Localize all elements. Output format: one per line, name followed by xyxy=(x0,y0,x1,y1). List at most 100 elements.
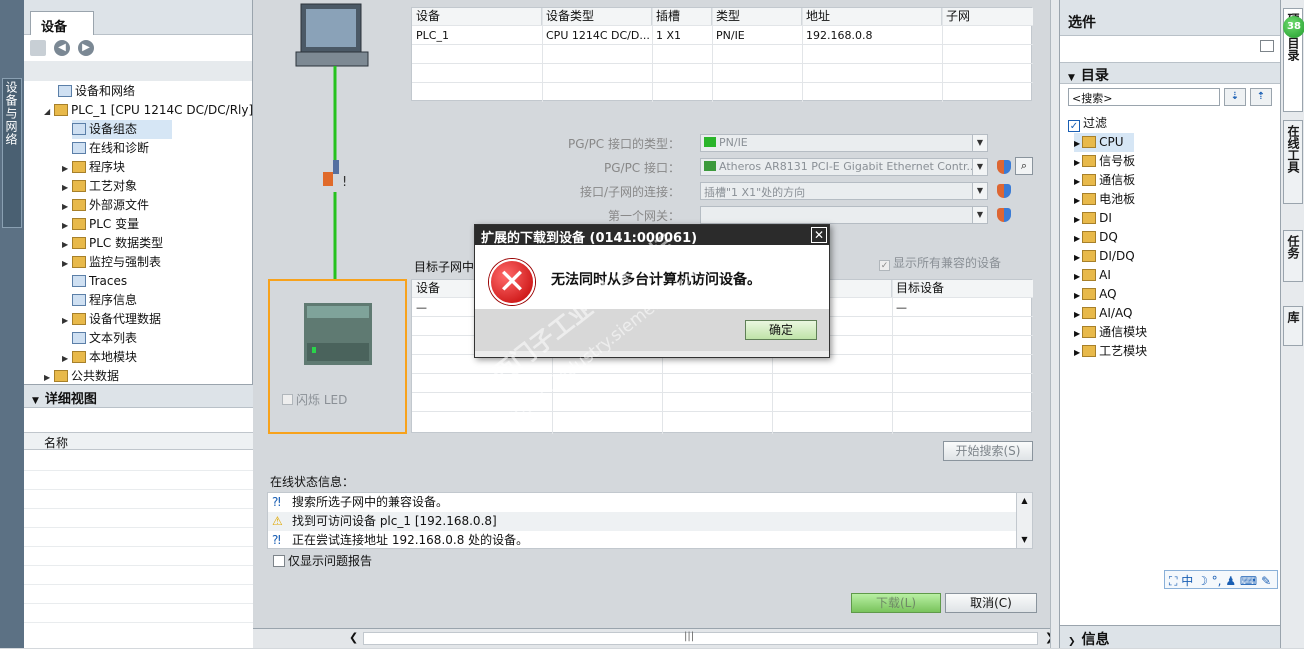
cancel-button[interactable]: 取消(C) xyxy=(945,593,1037,613)
scroll-thumb-grip[interactable]: ||| xyxy=(684,631,694,642)
tree-item-device-proxy[interactable]: ▶ 设备代理数据 xyxy=(62,310,161,329)
keyboard-icon[interactable]: ⌨ xyxy=(1240,574,1257,588)
tree-item-devices-networks[interactable]: 设备和网络 xyxy=(58,82,135,101)
expand-arrow-icon[interactable]: ▶ xyxy=(62,216,72,235)
catalog-item-comm-module[interactable]: ▶ 通信模块 xyxy=(1074,323,1147,342)
properties-icon[interactable]: ⌕ xyxy=(1015,157,1033,175)
collapse-arrow-icon[interactable]: ▼ xyxy=(1068,73,1075,83)
catalog-item-signal-board[interactable]: ▶ 信号板 xyxy=(1074,152,1135,171)
window-layout-icon[interactable] xyxy=(1260,40,1274,52)
catalog-search-input[interactable]: <搜索> xyxy=(1068,88,1220,106)
pgpc-iface-select[interactable]: Atheros AR8131 PCI-E Gigabit Ethernet Co… xyxy=(700,158,988,176)
expand-arrow-icon[interactable]: ▶ xyxy=(62,159,72,178)
expand-arrow-icon[interactable]: ▶ xyxy=(1074,215,1080,224)
notification-badge[interactable]: 38 xyxy=(1283,16,1304,38)
tree-item-traces[interactable]: Traces xyxy=(72,272,127,291)
only-problems-checkbox[interactable]: 仅显示问题报告 xyxy=(273,552,372,569)
catalog-item-tech-module[interactable]: ▶ 工艺模块 xyxy=(1074,342,1147,361)
search-down-icon[interactable]: ⇣ xyxy=(1224,88,1246,106)
col-type[interactable]: 类型 xyxy=(712,8,802,25)
gateway-select[interactable]: ▼ xyxy=(700,206,988,224)
new-item-icon[interactable] xyxy=(30,40,46,56)
error-dialog-titlebar[interactable]: 扩展的下载到设备 (0141:000061) xyxy=(475,225,829,246)
tree-item-program-blocks[interactable]: ▶ 程序块 xyxy=(62,158,125,177)
expand-arrow-icon[interactable]: ▶ xyxy=(1074,272,1080,281)
collapse-arrow-icon[interactable]: ▼ xyxy=(32,396,39,406)
expand-arrow-icon[interactable]: ▶ xyxy=(1074,234,1080,243)
filter-checkbox[interactable]: ✓ 过滤 xyxy=(1068,114,1107,132)
horizontal-scrollbar[interactable]: ❮ ||| ❯ xyxy=(253,628,1059,648)
detail-view-header[interactable]: ▼ 详细视图 xyxy=(24,384,253,408)
tree-item-program-info[interactable]: 程序信息 xyxy=(72,291,137,310)
ok-button[interactable]: 确定 xyxy=(745,320,817,340)
panel-splitter[interactable] xyxy=(1050,0,1059,648)
tab-libraries[interactable]: 库 xyxy=(1283,306,1303,346)
catalog-item-di-dq[interactable]: ▶ DI/DQ xyxy=(1074,247,1135,266)
catalog-item-di[interactable]: ▶ DI xyxy=(1074,209,1112,228)
chevron-down-icon[interactable]: ▼ xyxy=(972,135,987,151)
forward-icon[interactable]: ▶ xyxy=(78,40,94,56)
col-device-type[interactable]: 设备类型 xyxy=(542,8,652,25)
shield-icon[interactable] xyxy=(997,208,1011,222)
expand-arrow-icon[interactable]: ▶ xyxy=(1074,177,1080,186)
expand-arrow-icon[interactable]: ▶ xyxy=(1074,329,1080,338)
chevron-down-icon[interactable]: ▼ xyxy=(972,207,987,223)
expand-arrow-icon[interactable]: ▶ xyxy=(62,349,72,368)
show-all-devices-checkbox[interactable]: ✓ 显示所有兼容的设备 xyxy=(879,254,1001,271)
download-button[interactable]: 下载(L) xyxy=(851,593,941,613)
shield-icon[interactable] xyxy=(997,160,1011,174)
status-scrollbar[interactable]: ▲ ▼ xyxy=(1016,493,1032,548)
info-header[interactable]: ❯ 信息 xyxy=(1060,625,1281,648)
catalog-item-aq[interactable]: ▶ AQ xyxy=(1074,285,1117,304)
tree-item-plc1[interactable]: ◢ PLC_1 [CPU 1214C DC/DC/Rly] xyxy=(44,101,253,120)
col-slot[interactable]: 插槽 xyxy=(652,8,712,25)
expand-arrow-icon[interactable]: ▶ xyxy=(62,311,72,330)
target-device-box[interactable]: 闪烁 LED xyxy=(268,279,407,434)
start-search-button[interactable]: 开始搜索(S) xyxy=(943,441,1033,461)
expand-arrow-icon[interactable]: ▶ xyxy=(1074,348,1080,357)
catalog-header[interactable]: ▼ 目录 xyxy=(1060,62,1281,84)
tree-item-plc-data-types[interactable]: ▶ PLC 数据类型 xyxy=(62,234,163,253)
scroll-track[interactable]: ||| xyxy=(363,631,1038,645)
tree-item-external-sources[interactable]: ▶ 外部源文件 xyxy=(62,196,149,215)
col-target-device[interactable]: 目标设备 xyxy=(892,280,1033,297)
moon-icon[interactable]: ☽ xyxy=(1197,574,1208,588)
col-address[interactable]: 地址 xyxy=(802,8,942,25)
expand-arrow-icon[interactable]: ▶ xyxy=(62,235,72,254)
ime-toolbar[interactable]: ⛶ 中 ☽ °, ♟ ⌨ ✎ xyxy=(1164,570,1278,589)
shield-icon[interactable] xyxy=(997,184,1011,198)
scroll-left-icon[interactable]: ❮ xyxy=(349,631,358,644)
tab-tasks[interactable]: 任务 xyxy=(1283,230,1303,282)
tree-item-text-lists[interactable]: 文本列表 xyxy=(72,329,137,348)
expand-arrow-icon[interactable]: ❯ xyxy=(1068,637,1076,647)
scroll-up-icon[interactable]: ▲ xyxy=(1017,493,1032,509)
expand-arrow-icon[interactable]: ▶ xyxy=(62,197,72,216)
close-icon[interactable]: ✕ xyxy=(811,227,827,243)
chevron-down-icon[interactable]: ▼ xyxy=(972,159,987,175)
catalog-item-battery-board[interactable]: ▶ 电池板 xyxy=(1074,190,1135,209)
expand-arrow-icon[interactable]: ▶ xyxy=(62,254,72,273)
tree-item-online-diag[interactable]: 在线和诊断 xyxy=(72,139,149,158)
tree-item-plc-tags[interactable]: ▶ PLC 变量 xyxy=(62,215,139,234)
ime-icon[interactable]: ⛶ xyxy=(1169,574,1177,588)
pgpc-type-select[interactable]: PN/IE ▼ xyxy=(700,134,988,152)
pgpc-conn-select[interactable]: 插槽"1 X1"处的方向 ▼ xyxy=(700,182,988,200)
col-subnet[interactable]: 子网 xyxy=(942,8,1033,25)
tab-devices-networks[interactable]: 设备与网络 xyxy=(2,78,22,228)
wrench-icon[interactable]: ✎ xyxy=(1261,574,1271,588)
ime-mode-label[interactable]: 中 xyxy=(1181,574,1193,588)
expand-arrow-icon[interactable]: ▶ xyxy=(1074,196,1080,205)
catalog-item-ai[interactable]: ▶ AI xyxy=(1074,266,1111,285)
chevron-down-icon[interactable]: ▼ xyxy=(972,183,987,199)
scroll-down-icon[interactable]: ▼ xyxy=(1017,532,1032,548)
tree-item-local-modules[interactable]: ▶ 本地模块 xyxy=(62,348,137,367)
expand-arrow-icon[interactable]: ◢ xyxy=(44,102,54,121)
col-device[interactable]: 设备 xyxy=(412,8,542,25)
expand-arrow-icon[interactable]: ▶ xyxy=(1074,310,1080,319)
tree-item-device-config[interactable]: 设备组态 xyxy=(72,120,172,139)
tree-item-tech-objects[interactable]: ▶ 工艺对象 xyxy=(62,177,137,196)
expand-arrow-icon[interactable]: ▶ xyxy=(62,178,72,197)
flash-led-checkbox[interactable]: 闪烁 LED xyxy=(282,391,347,408)
tree-item-watch-tables[interactable]: ▶ 监控与强制表 xyxy=(62,253,161,272)
detail-column-name[interactable]: 名称 xyxy=(24,432,253,450)
